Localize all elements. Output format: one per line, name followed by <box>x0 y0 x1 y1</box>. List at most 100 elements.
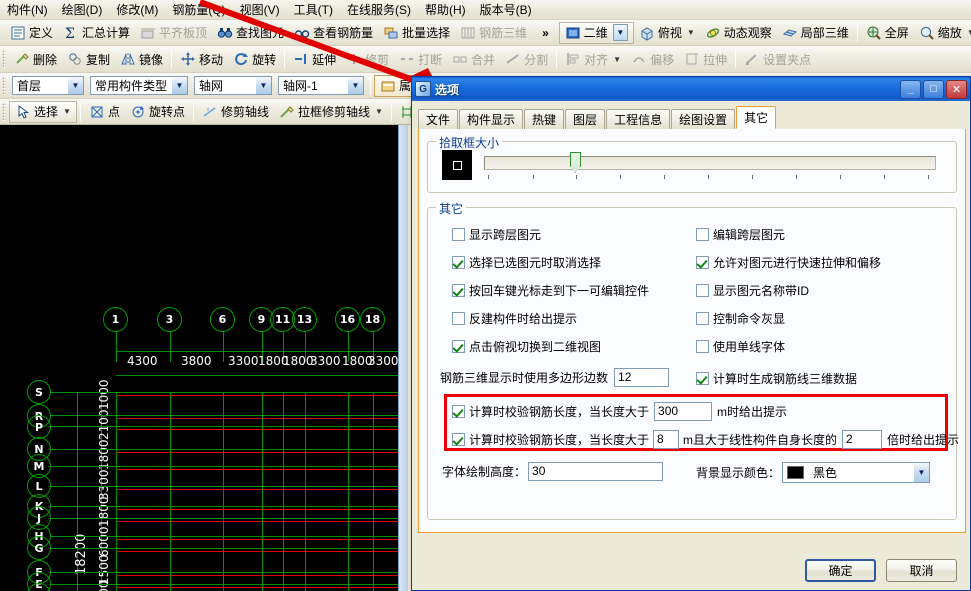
instance-selector[interactable]: 轴网-1 ▼ <box>278 76 364 95</box>
checkbox-verify-rebar-length-relative[interactable]: 计算时校验钢筋长度，当长度大于 8 m且大于线性构件自身长度的 2 倍时给出提示 <box>452 430 959 449</box>
checkbox-box[interactable] <box>452 256 465 269</box>
checkbox-use-single-line-font[interactable]: 使用单线字体 <box>696 338 785 355</box>
axis-bubble-top[interactable]: 6 <box>210 307 235 332</box>
axis-bubble-top[interactable]: 13 <box>292 307 317 332</box>
offset-button[interactable]: 偏移 <box>626 48 679 70</box>
fullscreen-button[interactable]: 全屏 <box>861 22 914 44</box>
chevron-down-icon[interactable]: ▼ <box>255 77 271 94</box>
checkbox-box[interactable] <box>696 256 709 269</box>
verify-ratio-length-input[interactable]: 8 <box>653 430 680 449</box>
align-button[interactable]: 对齐 ▼ <box>560 48 626 70</box>
menu-item-draw[interactable]: 绘图(D) <box>55 0 110 20</box>
zoom-button[interactable]: 缩放 ▼ <box>914 22 971 44</box>
close-button[interactable]: ✕ <box>946 79 967 99</box>
copy-button[interactable]: 复制 <box>62 48 115 70</box>
checkbox-box[interactable] <box>452 312 465 325</box>
canvas-vertical-scrollbar[interactable] <box>398 125 408 591</box>
menu-item-modify[interactable]: 修改(M) <box>109 0 165 20</box>
view-top-button[interactable]: 俯视 ▼ <box>634 22 700 44</box>
checkbox-generate-3d-rebar-data[interactable]: 计算时生成钢筋线三维数据 <box>696 370 857 387</box>
move-button[interactable]: 移动 <box>175 48 228 70</box>
set-grip-point-button[interactable]: 设置夹点 <box>739 48 816 70</box>
dialog-title-bar[interactable]: G 选项 _ □ ✕ <box>412 77 970 101</box>
chevron-down-icon[interactable]: ▼ <box>171 77 187 94</box>
verify-length-threshold-input[interactable]: 300 <box>654 402 713 421</box>
checkbox-edit-cross-floor-elements[interactable]: 编辑跨层图元 <box>696 226 785 243</box>
axis-bubble-left[interactable]: G <box>27 536 51 560</box>
mirror-button[interactable]: 镜像 <box>115 48 168 70</box>
background-color-selector[interactable]: 黑色 ▼ <box>782 462 931 483</box>
axis-bubble-top[interactable]: 1 <box>103 307 128 332</box>
checkbox-box[interactable] <box>452 228 465 241</box>
chevron-down-icon[interactable]: ▼ <box>687 28 695 37</box>
checkbox-prompt-on-reverse-build[interactable]: 反建构件时给出提示 <box>452 310 577 327</box>
category-selector[interactable]: 常用构件类型 ▼ <box>90 76 188 95</box>
minimize-button[interactable]: _ <box>900 79 921 99</box>
tab-other[interactable]: 其它 <box>736 106 777 129</box>
chevron-down-icon[interactable]: ▼ <box>913 463 930 482</box>
menu-item-rebar-quantity[interactable]: 钢筋量(Q) <box>165 0 232 20</box>
delete-button[interactable]: 删除 <box>9 48 62 70</box>
checkbox-box[interactable] <box>452 433 465 446</box>
checkbox-allow-quick-stretch-offset[interactable]: 允许对图元进行快速拉伸和偏移 <box>696 254 881 271</box>
font-height-input[interactable]: 30 <box>528 462 664 481</box>
tab-hotkeys[interactable]: 热键 <box>524 109 565 129</box>
axis-bubble-top[interactable]: 16 <box>335 307 360 332</box>
checkbox-box[interactable] <box>696 284 709 297</box>
edit-toolbar-grip[interactable] <box>2 50 6 68</box>
merge-button[interactable]: 合并 <box>447 48 500 70</box>
align-slab-top-button[interactable]: 平齐板顶 <box>135 22 212 44</box>
checkbox-enter-moves-to-next-control[interactable]: 按回车键光标走到下一可编辑控件 <box>452 282 649 299</box>
select-tool-button[interactable]: 选择 ▼ <box>9 100 77 123</box>
checkbox-box[interactable] <box>452 405 465 418</box>
tab-project-info[interactable]: 工程信息 <box>606 109 671 129</box>
checkbox-box[interactable] <box>452 340 465 353</box>
rebar-3d-button[interactable]: 钢筋三维 <box>455 22 532 44</box>
stretch-button[interactable]: 拉伸 <box>679 48 732 70</box>
checkbox-show-element-name-with-id[interactable]: 显示图元名称带ID <box>696 282 809 299</box>
menu-item-help[interactable]: 帮助(H) <box>418 0 473 20</box>
checkbox-gray-out-commands[interactable]: 控制命令灰显 <box>696 310 785 327</box>
axis-bubble-left[interactable]: S <box>27 380 51 404</box>
checkbox-box[interactable] <box>696 228 709 241</box>
ok-button[interactable]: 确定 <box>805 559 876 582</box>
polygon-edges-input[interactable]: 12 <box>614 368 670 387</box>
checkbox-box[interactable] <box>696 340 709 353</box>
cancel-button[interactable]: 取消 <box>886 559 957 582</box>
chevron-down-icon[interactable]: ▼ <box>67 77 83 94</box>
rotate-button[interactable]: 旋转 <box>228 48 281 70</box>
tab-drawing-settings[interactable]: 绘图设置 <box>671 109 736 129</box>
chevron-down-icon[interactable]: ▼ <box>967 28 971 37</box>
cad-drawing-area[interactable]: 1 3 6 9 11 13 16 18 4300 3800 3300 1800 … <box>0 125 408 591</box>
menu-item-tools[interactable]: 工具(T) <box>287 0 340 20</box>
chevron-down-icon[interactable]: ▼ <box>613 55 621 64</box>
verify-ratio-multiplier-input[interactable]: 2 <box>842 430 883 449</box>
define-button[interactable]: 定义 <box>5 22 58 44</box>
summary-calc-button[interactable]: Σ 汇总计算 <box>58 22 135 44</box>
chevron-down-icon[interactable]: ▼ <box>375 107 383 116</box>
axis-bubble-left[interactable]: P <box>27 415 51 439</box>
checkbox-deselect-on-reselect[interactable]: 选择已选图元时取消选择 <box>452 254 601 271</box>
partial-3d-button[interactable]: 局部三维 <box>777 22 854 44</box>
toolbar-overflow-button[interactable]: » <box>532 22 554 44</box>
floor-selector[interactable]: 首层 ▼ <box>12 76 84 95</box>
box-trim-axis-button[interactable]: 拉框修剪轴线 ▼ <box>274 101 388 123</box>
checkbox-box[interactable] <box>452 284 465 297</box>
menu-item-components[interactable]: 构件(N) <box>0 0 55 20</box>
axis-bubble-top[interactable]: 18 <box>360 307 385 332</box>
trim-axis-button[interactable]: 修剪轴线 <box>197 101 274 123</box>
menu-item-online-service[interactable]: 在线服务(S) <box>340 0 418 20</box>
dynamic-observe-button[interactable]: 动态观察 <box>700 22 777 44</box>
menu-item-view[interactable]: 视图(V) <box>233 0 287 20</box>
checkbox-click-top-view-switch-2d[interactable]: 点击俯视切换到二维视图 <box>452 338 601 355</box>
checkbox-box[interactable] <box>696 312 709 325</box>
axis-bubble-top[interactable]: 3 <box>157 307 182 332</box>
break-button[interactable]: 打断 <box>394 48 447 70</box>
pick-box-slider-track[interactable] <box>484 156 936 170</box>
menu-item-version[interactable]: 版本号(B) <box>473 0 539 20</box>
component-selector[interactable]: 轴网 ▼ <box>194 76 272 95</box>
chevron-down-icon[interactable]: ▼ <box>63 107 71 116</box>
chevron-down-icon[interactable]: ▼ <box>612 24 628 41</box>
find-element-button[interactable]: 查找图元 <box>212 22 289 44</box>
tab-file[interactable]: 文件 <box>418 109 459 129</box>
